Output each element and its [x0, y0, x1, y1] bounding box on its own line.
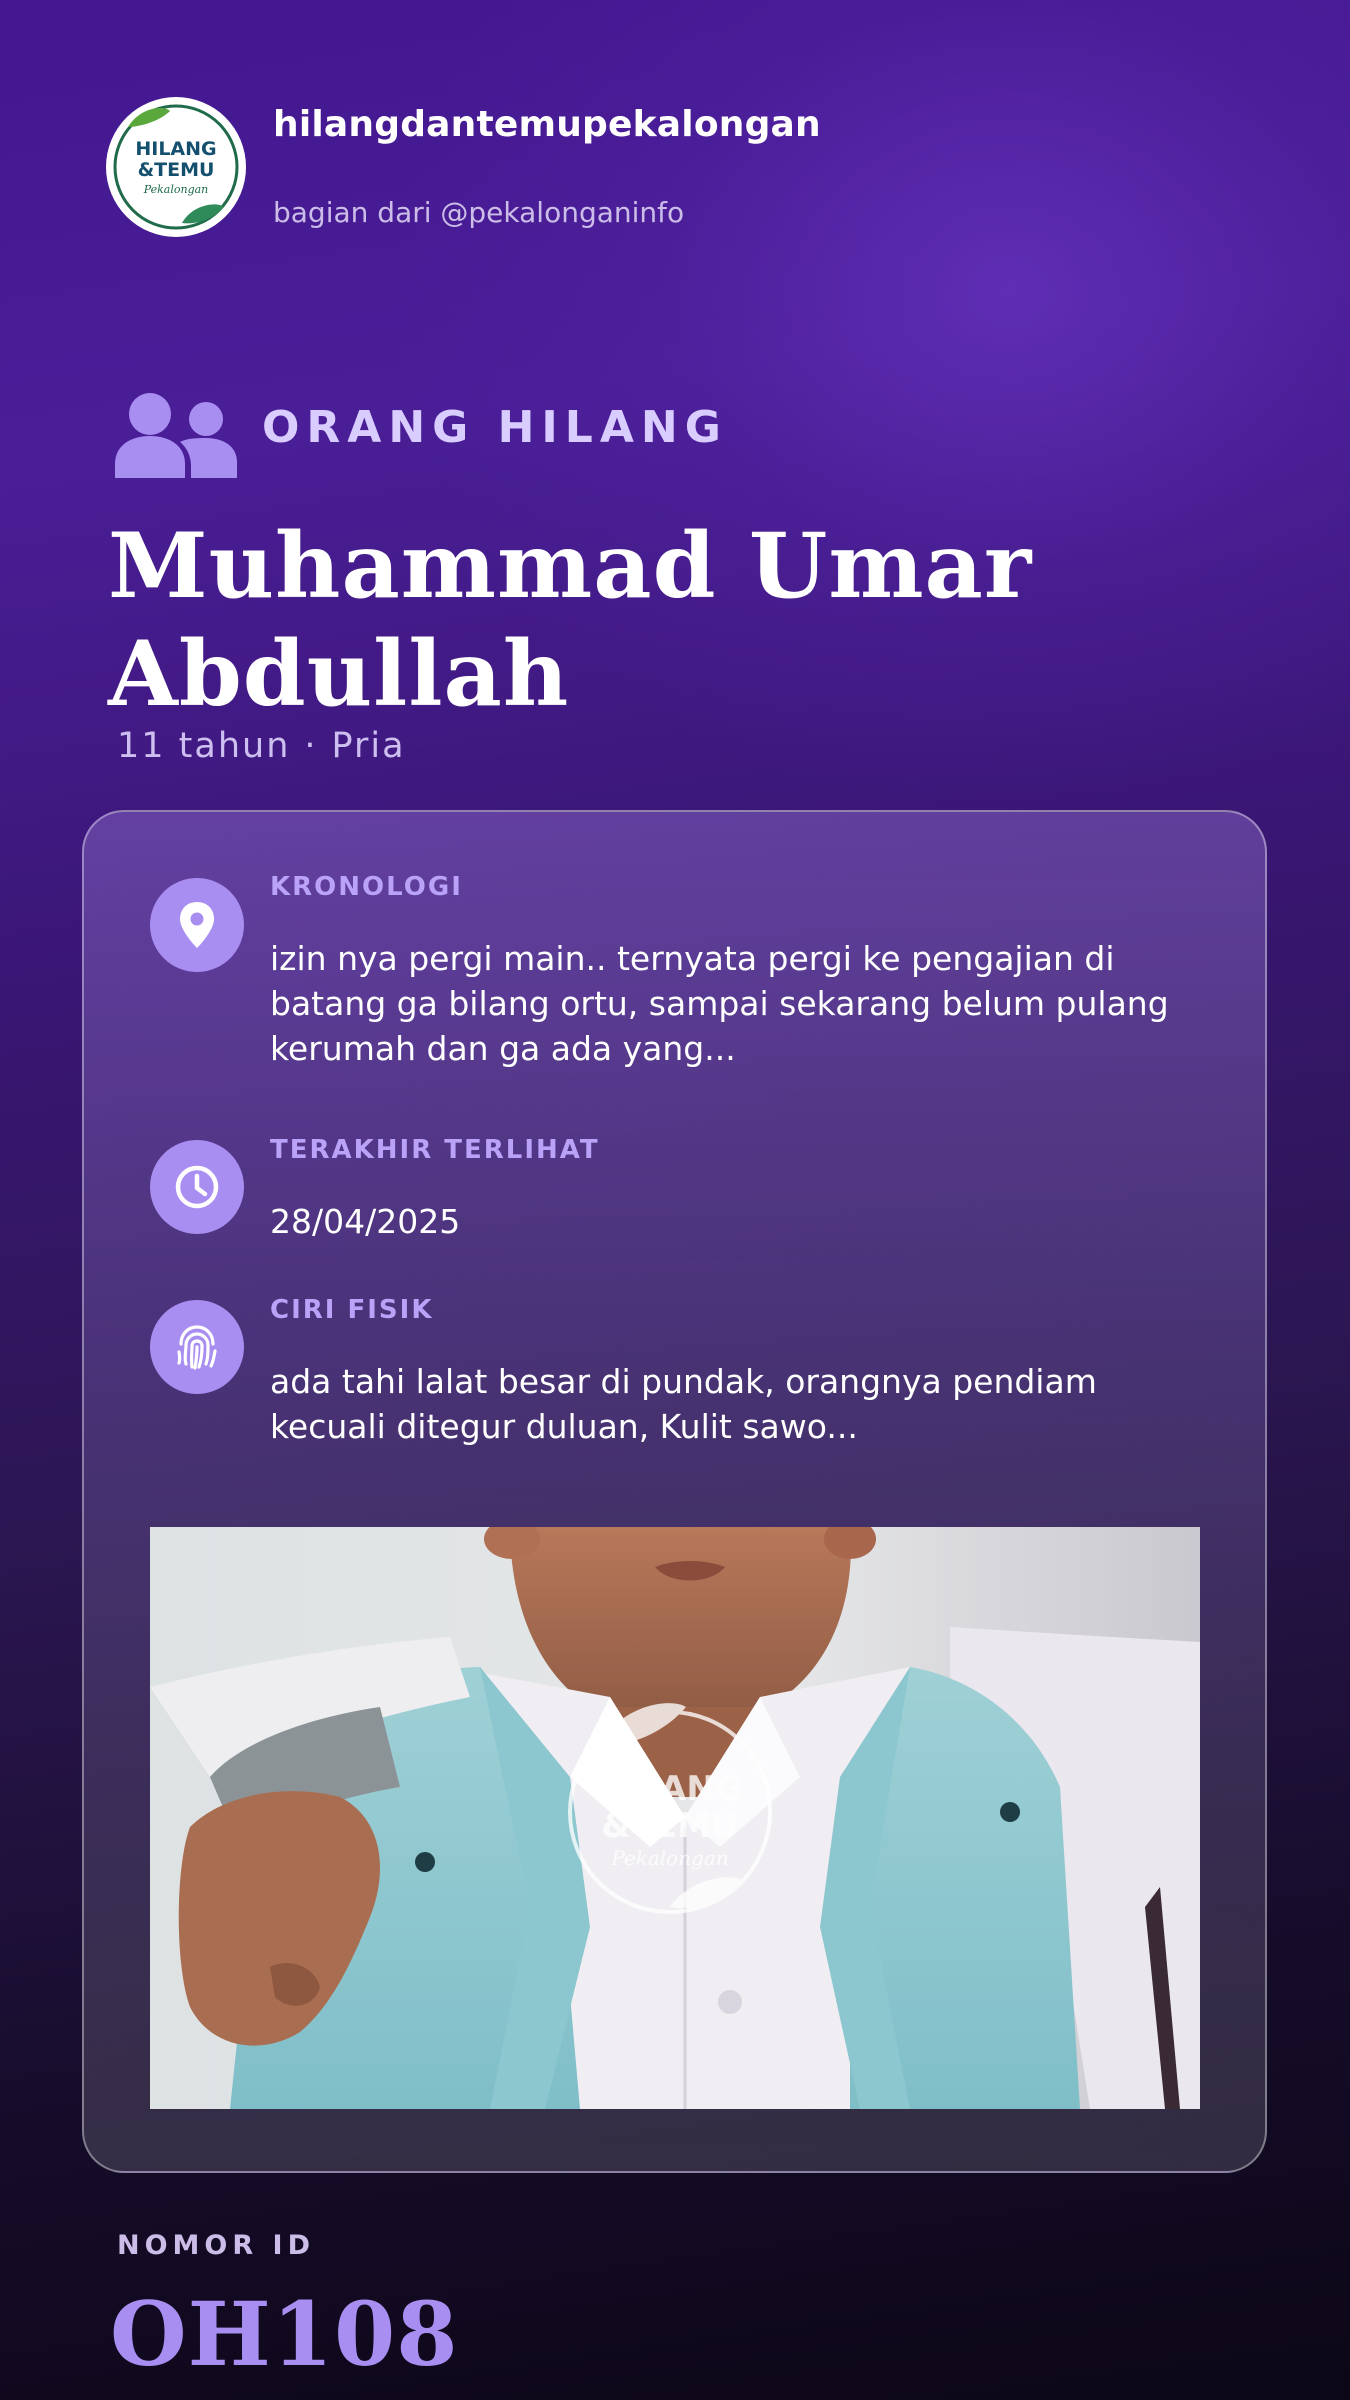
fingerprint-icon [150, 1300, 244, 1394]
last-seen-date: 28/04/2025 [270, 1202, 461, 1241]
account-handle[interactable]: hilangdantemupekalongan [273, 104, 821, 145]
person-age: 11 tahun [117, 726, 291, 766]
watermark-text-line-2: &TEMU [601, 1806, 739, 1846]
detail-card: KRONOLOGI izin nya pergi main.. ternyata… [82, 810, 1267, 2173]
id-label: NOMOR ID [117, 2230, 316, 2261]
kronologi-text: izin nya pergi main.. ternyata pergi ke … [270, 939, 1169, 1068]
account-subtitle: bagian dari @pekalonganinfo [273, 196, 685, 229]
users-icon [113, 392, 239, 478]
brand-logo: HILANG &TEMU Pekalongan [106, 97, 246, 237]
clock-icon [150, 1140, 244, 1234]
watermark-text-line-1: HILANG [597, 1769, 742, 1809]
logo-text-line-3: Pekalongan [143, 183, 209, 196]
logo-text-line-2: &TEMU [138, 159, 215, 181]
person-gender: Pria [331, 726, 406, 766]
kronologi-label: KRONOLOGI [270, 872, 463, 902]
category-label: ORANG HILANG [262, 402, 728, 453]
location-pin-icon [150, 878, 244, 972]
watermark-text-line-3: Pekalongan [610, 1846, 728, 1870]
logo-text-line-1: HILANG [135, 138, 216, 160]
physical-traits-text: ada tahi lalat besar di pundak, orangnya… [270, 1362, 1097, 1446]
meta-separator: · [304, 726, 318, 766]
physical-traits-label: CIRI FISIK [270, 1295, 434, 1325]
last-seen-label: TERAKHIR TERLIHAT [270, 1135, 600, 1165]
id-value: OH108 [110, 2282, 459, 2386]
person-name: Muhammad Umar Abdullah [108, 513, 1033, 727]
person-meta: 11 tahun · Pria [117, 726, 406, 766]
missing-person-photo: HILANG &TEMU Pekalongan [150, 1527, 1200, 2109]
